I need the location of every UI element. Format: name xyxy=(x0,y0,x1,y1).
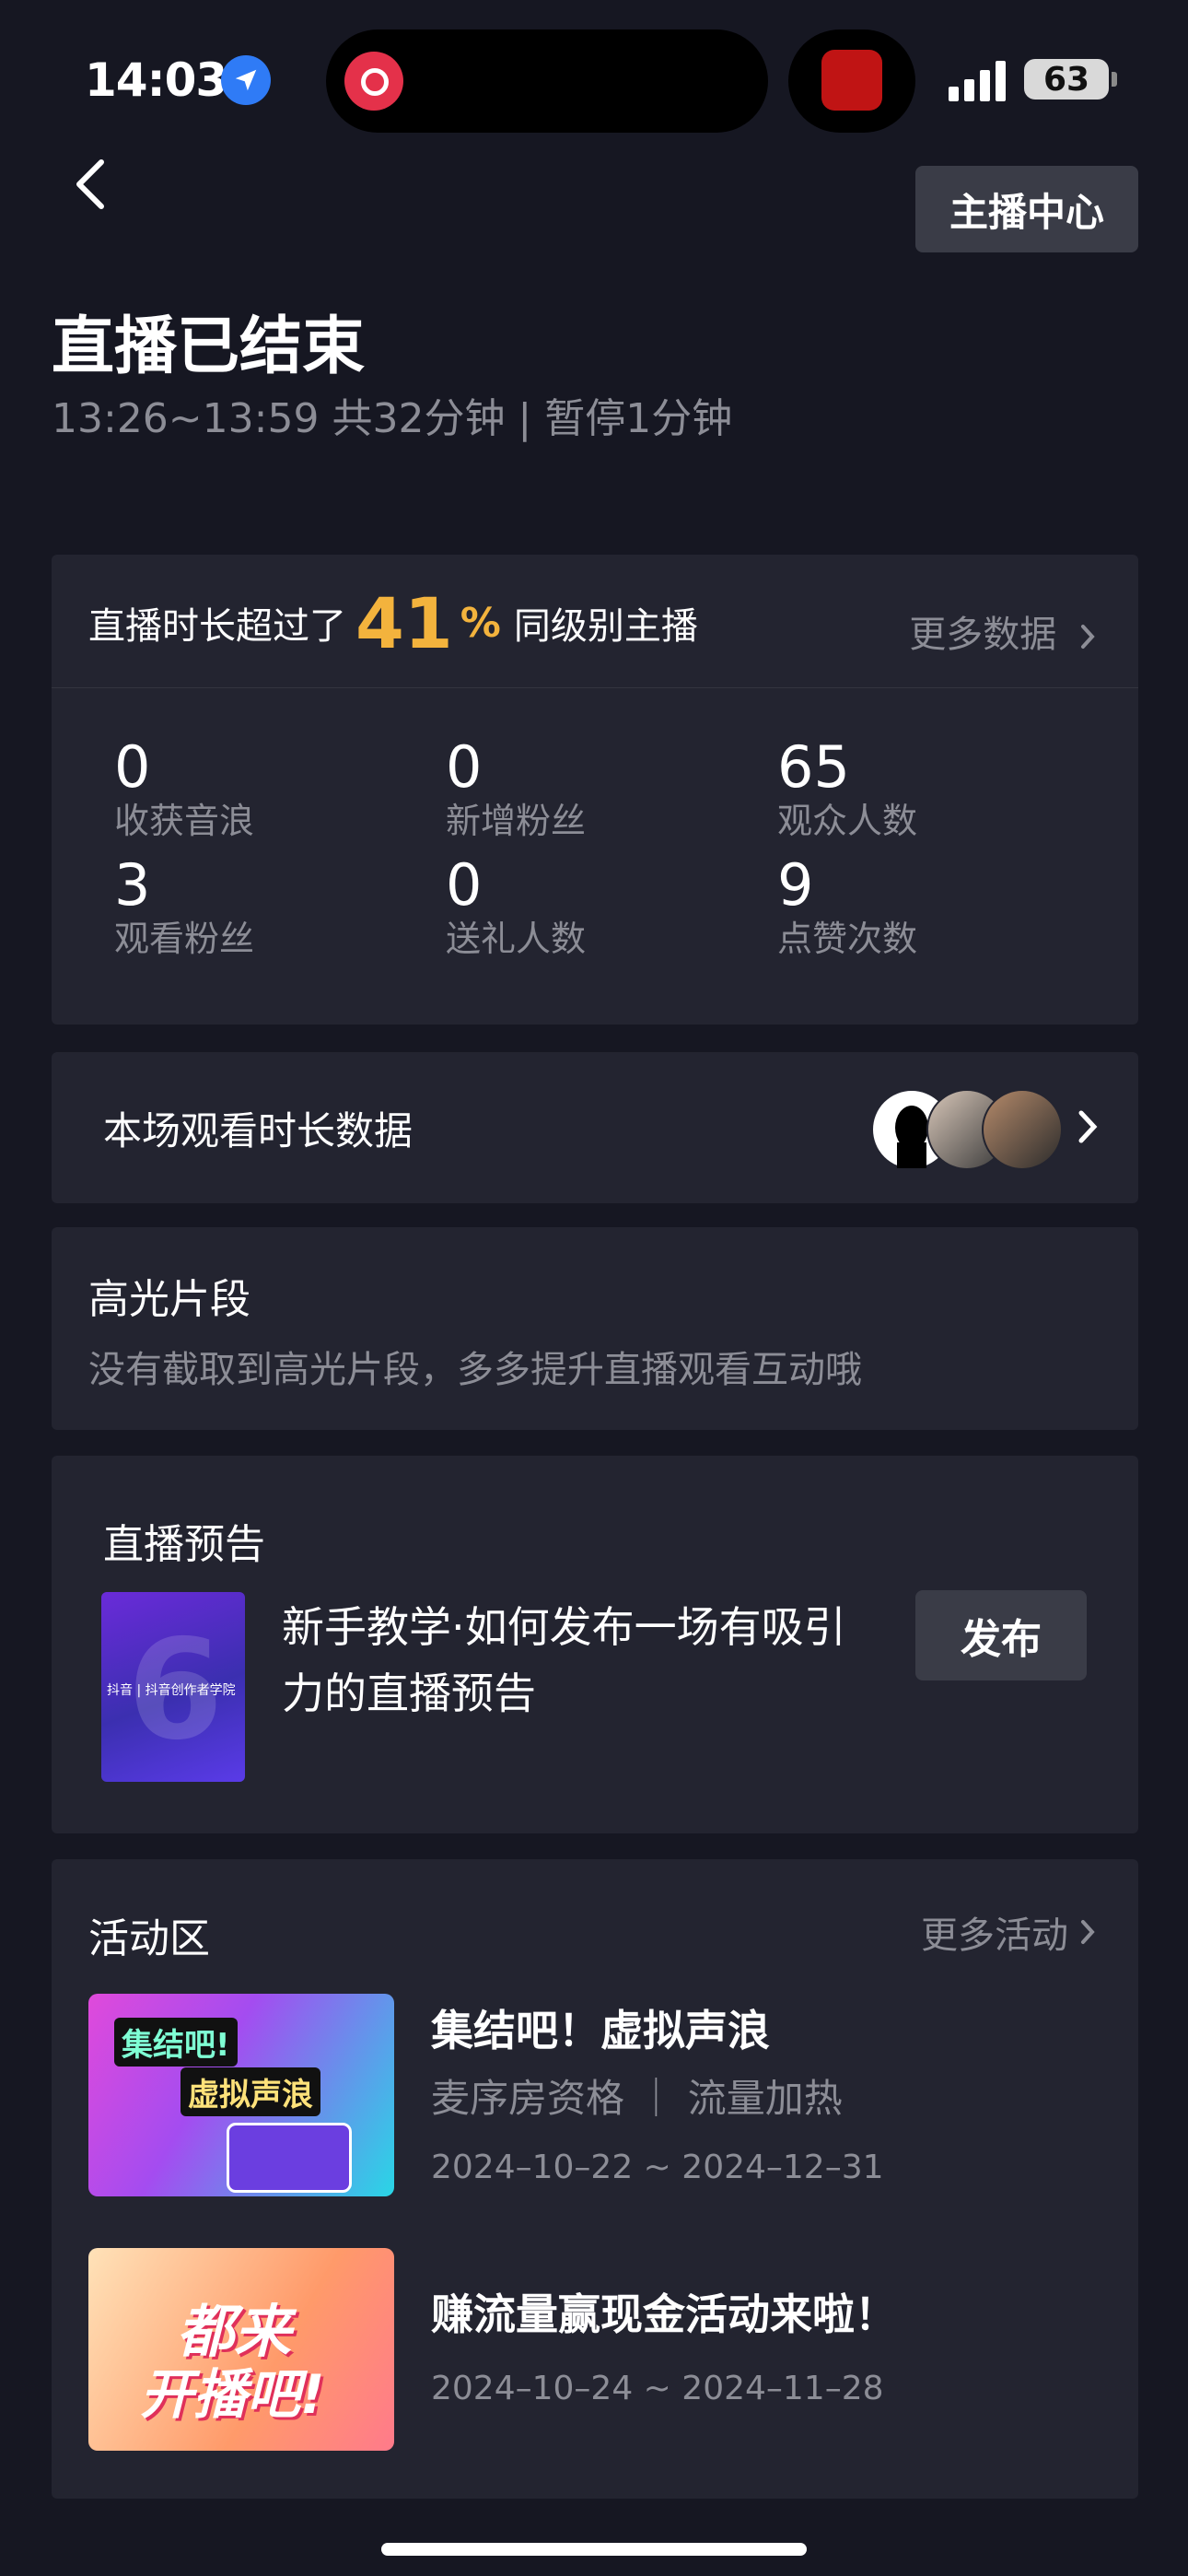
watch-duration-row[interactable]: 本场观看时长数据 xyxy=(52,1052,1138,1203)
stat-value: 9 xyxy=(777,851,814,919)
stats-card: 直播时长超过了 41 % 同级别主播 更多数据 0 收获音浪 0 新增粉丝 65… xyxy=(52,555,1138,1025)
watch-duration-title: 本场观看时长数据 xyxy=(103,1108,413,1153)
thumbnail-text: 开播吧! xyxy=(140,2363,325,2426)
status-time: 14:03 xyxy=(85,53,227,107)
stat-item: 3 观看粉丝 xyxy=(114,853,390,960)
thumbnail-decoration xyxy=(227,2123,352,2193)
stat-label: 收获音浪 xyxy=(114,801,255,841)
activity-item-tags: 麦序房资格 ｜ 流量加热 xyxy=(431,2076,843,2121)
back-button[interactable] xyxy=(64,147,120,221)
preview-title: 直播预告 xyxy=(103,1521,265,1568)
location-arrow-icon xyxy=(221,55,271,105)
stats-percent: 41 xyxy=(355,581,453,664)
highlight-title: 高光片段 xyxy=(88,1276,250,1323)
page-title: 直播已结束 xyxy=(52,310,366,383)
chevron-right-icon xyxy=(1078,1110,1098,1143)
stat-item: 65 观众人数 xyxy=(777,735,1054,842)
preview-thumbnail[interactable]: 6 抖音 | 抖音创作者学院 xyxy=(101,1592,245,1782)
thumbnail-text: 集结吧! xyxy=(114,2018,238,2067)
more-data-link[interactable]: 更多数据 xyxy=(909,604,1101,658)
activity-title: 活动区 xyxy=(88,1915,210,1962)
thumbnail-label: 抖音 | 抖音创作者学院 xyxy=(107,1683,236,1698)
live-duration-subtitle: 13:26~13:59 共32分钟 | 暂停1分钟 xyxy=(52,395,733,442)
music-app-icon[interactable] xyxy=(344,52,403,111)
stat-value: 3 xyxy=(114,851,151,919)
preview-tutorial-link[interactable]: 新手教学·如何发布一场有吸引力的直播预告 xyxy=(282,1594,871,1727)
more-activity-link[interactable]: 更多活动 xyxy=(921,1905,1101,1959)
live-preview-card: 直播预告 6 抖音 | 抖音创作者学院 新手教学·如何发布一场有吸引力的直播预告… xyxy=(52,1456,1138,1833)
stats-prefix: 直播时长超过了 xyxy=(88,605,346,648)
activity-item-title[interactable]: 集结吧！虚拟声浪 xyxy=(431,1997,770,2058)
chevron-left-icon xyxy=(76,159,104,209)
activity-card: 活动区 更多活动 集结吧! 虚拟声浪 集结吧！虚拟声浪 麦序房资格 ｜ 流量加热… xyxy=(52,1859,1138,2499)
stat-label: 观众人数 xyxy=(777,801,918,841)
thumbnail-text: 虚拟声浪 xyxy=(181,2067,320,2116)
stat-value: 0 xyxy=(446,733,483,801)
stat-label: 新增粉丝 xyxy=(446,801,587,841)
stat-item: 9 点赞次数 xyxy=(777,853,1054,960)
stat-value: 65 xyxy=(777,733,850,801)
stats-suffix: 同级别主播 xyxy=(513,605,698,648)
stat-value: 0 xyxy=(446,851,483,919)
stat-label: 观看粉丝 xyxy=(114,919,255,959)
stat-label: 送礼人数 xyxy=(446,919,587,959)
highlight-desc: 没有截取到高光片段，多多提升直播观看互动哦 xyxy=(88,1349,862,1391)
stat-label: 点赞次数 xyxy=(777,919,918,959)
battery-cap xyxy=(1112,72,1117,87)
more-data-label: 更多数据 xyxy=(909,614,1057,656)
activity-item-date: 2024–10–22 ~ 2024–12–31 xyxy=(431,2149,884,2186)
activity-thumbnail[interactable]: 都来 开播吧! xyxy=(88,2248,394,2451)
chevron-right-icon xyxy=(1081,625,1095,649)
anchor-center-button[interactable]: 主播中心 xyxy=(915,166,1138,252)
home-indicator[interactable] xyxy=(381,2543,807,2556)
avatar xyxy=(982,1089,1063,1170)
more-activity-label: 更多活动 xyxy=(921,1914,1068,1957)
stat-item: 0 新增粉丝 xyxy=(446,735,722,842)
battery-icon: 63 xyxy=(1024,59,1109,100)
highlight-card: 高光片段 没有截取到高光片段，多多提升直播观看互动哦 xyxy=(52,1227,1138,1430)
activity-thumbnail[interactable]: 集结吧! 虚拟声浪 xyxy=(88,1994,394,2196)
divider xyxy=(52,687,1138,688)
publish-button[interactable]: 发布 xyxy=(915,1590,1087,1680)
cellular-signal-icon xyxy=(949,59,1007,101)
stats-percent-sign: % xyxy=(460,599,501,647)
activity-item-date: 2024–10–24 ~ 2024–11–28 xyxy=(431,2370,884,2407)
chevron-right-icon xyxy=(1081,1920,1095,1944)
stat-item: 0 送礼人数 xyxy=(446,853,722,960)
stat-item: 0 收获音浪 xyxy=(114,735,390,842)
red-packet-app-icon[interactable] xyxy=(821,50,882,111)
activity-item-title[interactable]: 赚流量赢现金活动来啦！ xyxy=(431,2281,897,2342)
stat-value: 0 xyxy=(114,733,151,801)
stats-summary: 直播时长超过了 41 % 同级别主播 更多数据 xyxy=(88,575,1101,671)
